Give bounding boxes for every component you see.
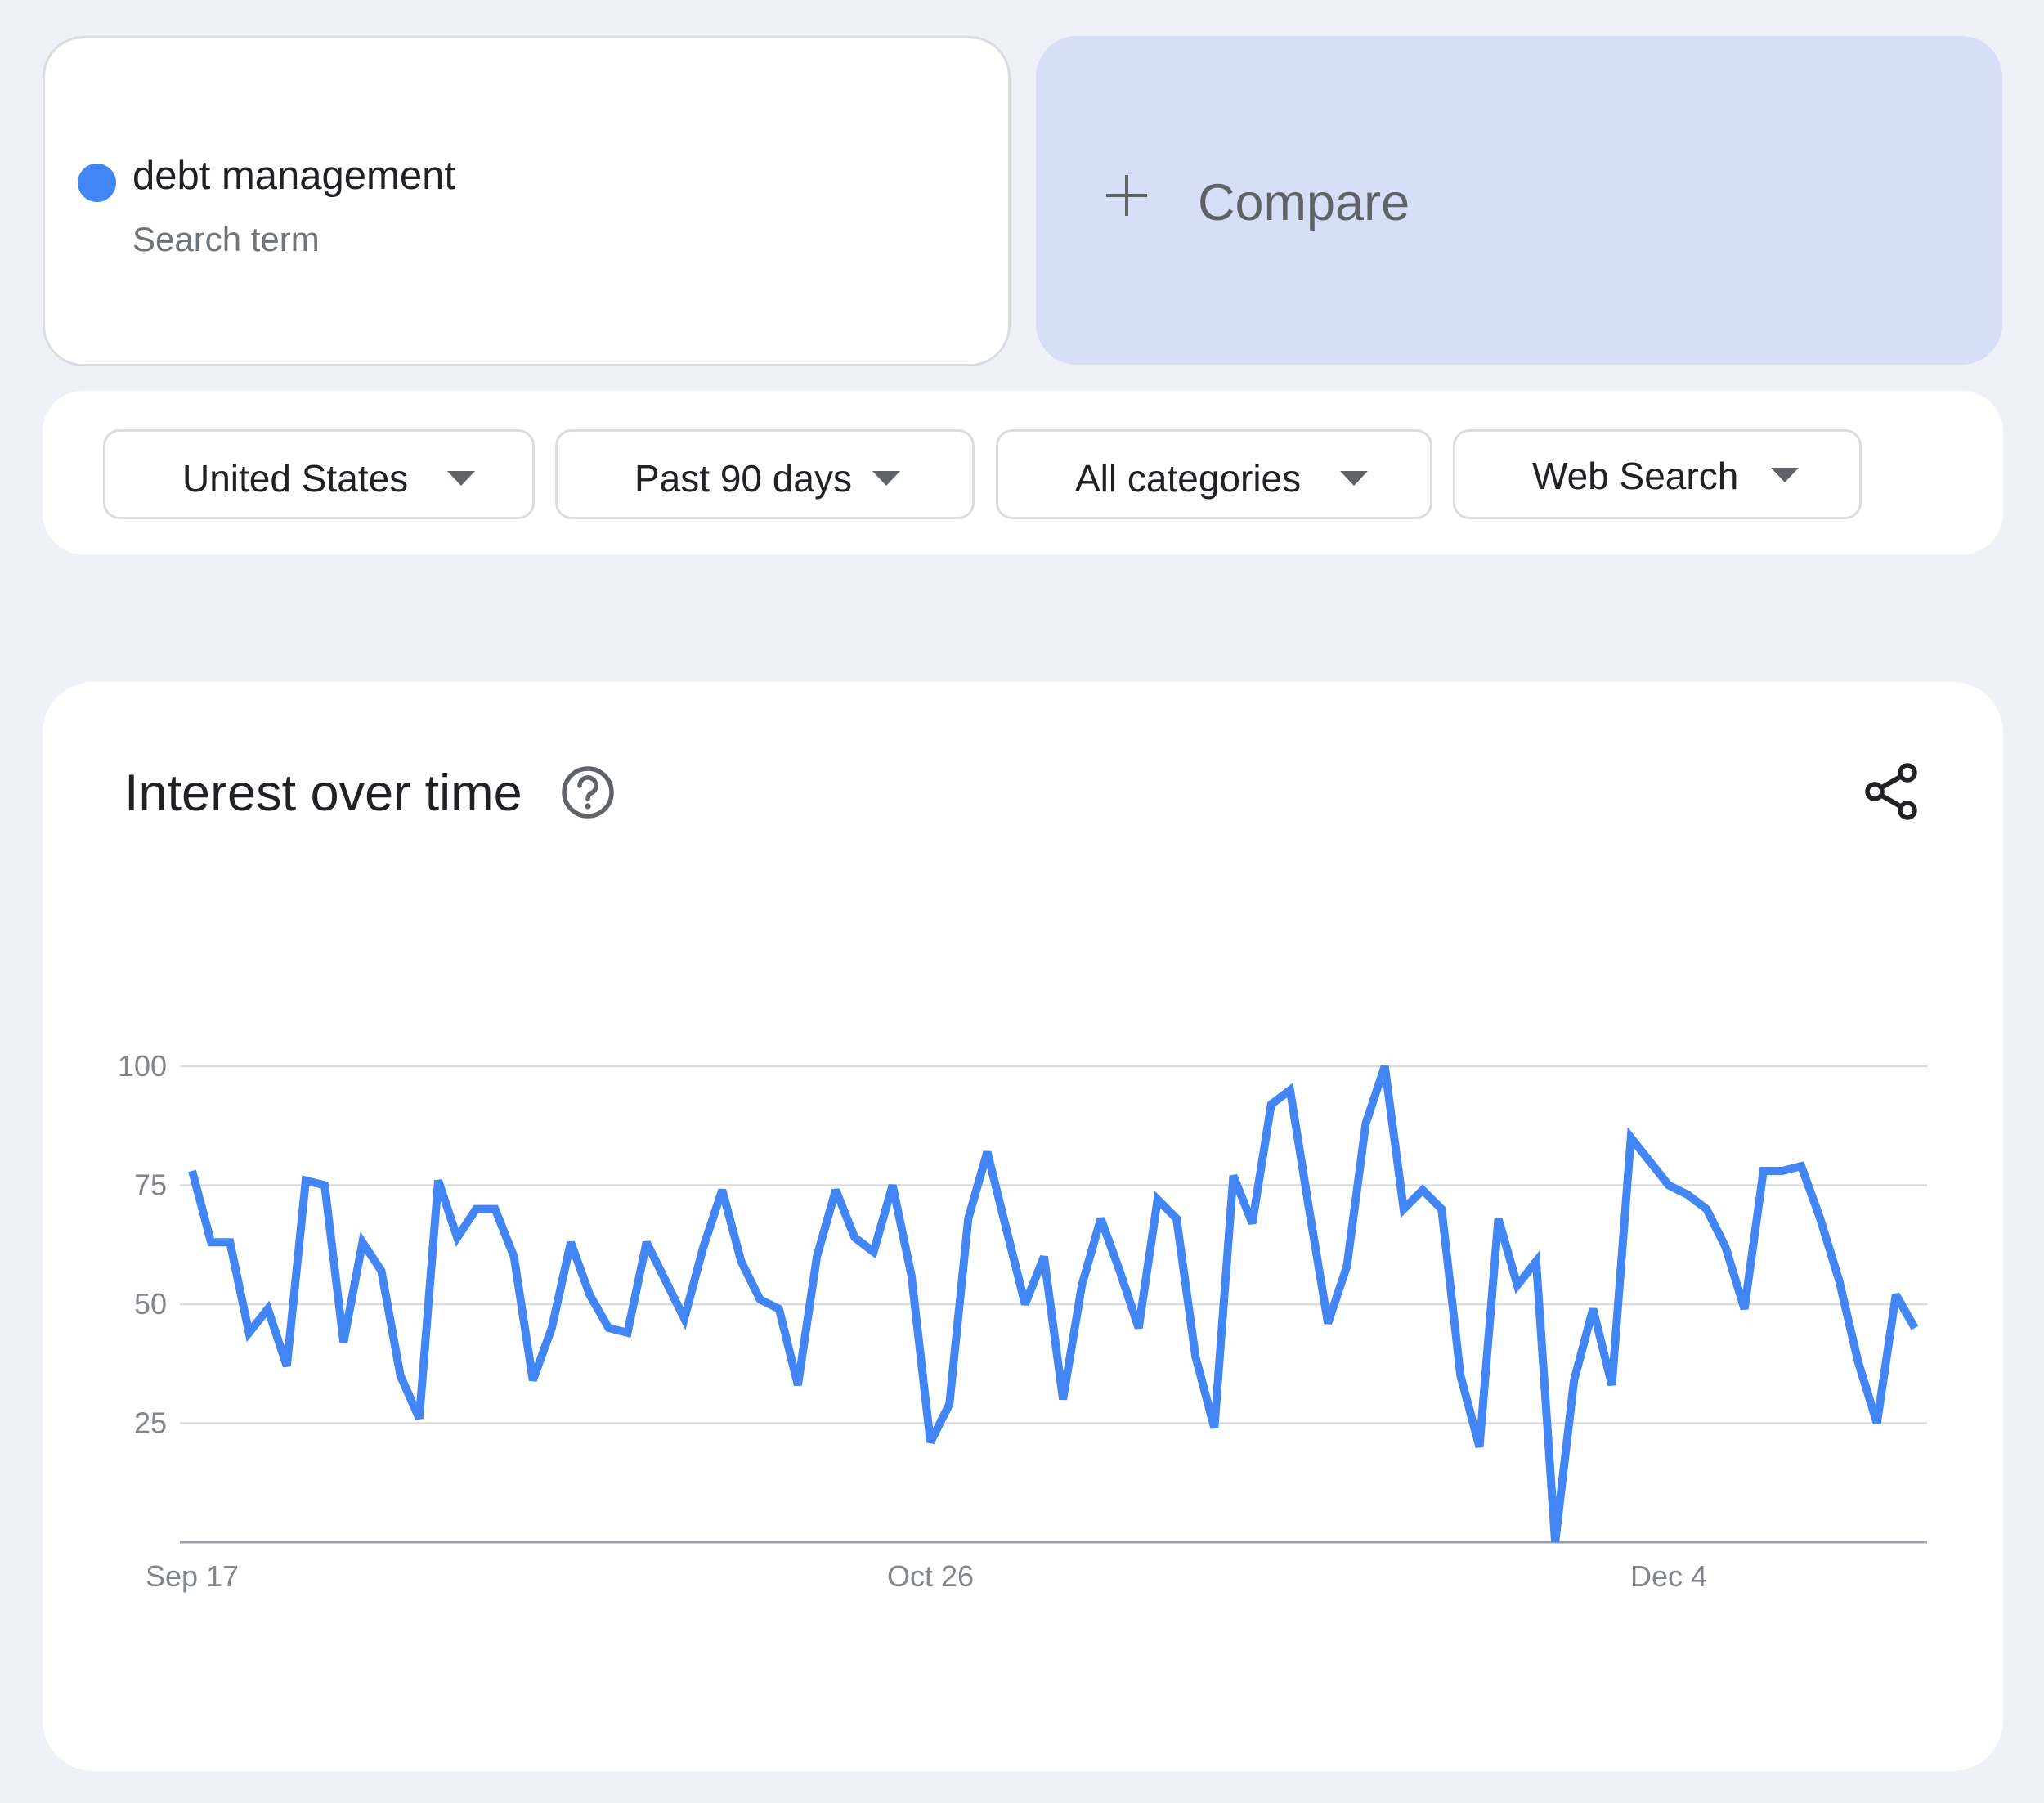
interest-over-time-panel: 25 50 75 100 Sep 17 Oct 26 Dec 4 Interest over… xyxy=(43,682,2003,1771)
y-tick-label: 25 xyxy=(134,1406,167,1440)
interest-over-time-chart: 25 50 75 100 Sep 17 Oct 26 Dec 4 xyxy=(118,1049,1927,1593)
filter-region-dropdown[interactable]: United States xyxy=(103,429,535,519)
help-circle-icon[interactable] xyxy=(559,764,616,821)
caret-down-icon xyxy=(1340,471,1368,486)
x-tick-label: Sep 17 xyxy=(146,1559,239,1593)
compare-label: Compare xyxy=(1198,174,1410,231)
filter-time-range-dropdown[interactable]: Past 90 days xyxy=(555,429,975,519)
y-tick-label: 100 xyxy=(118,1049,167,1083)
plus-icon xyxy=(1106,175,1147,216)
x-tick-label: Dec 4 xyxy=(1630,1559,1707,1593)
filter-search-type-dropdown[interactable]: Web Search xyxy=(1453,429,1862,519)
compare-button[interactable]: Compare xyxy=(1036,36,2002,365)
filter-search-type-label: Web Search xyxy=(1532,455,1739,497)
y-tick-label: 50 xyxy=(134,1287,167,1321)
term-color-dot xyxy=(78,164,116,202)
caret-down-icon xyxy=(447,471,475,486)
filter-category-label: All categories xyxy=(1075,457,1302,500)
caret-down-icon xyxy=(872,471,900,486)
y-tick-label: 75 xyxy=(134,1168,167,1202)
filter-bar: United States Past 90 days All categorie… xyxy=(43,391,2003,554)
x-tick-label: Oct 26 xyxy=(887,1559,974,1593)
search-term-card[interactable]: debt management Search term xyxy=(43,36,1011,366)
search-term-name[interactable]: debt management xyxy=(132,153,455,199)
caret-down-icon xyxy=(1771,468,1799,482)
filter-time-range-label: Past 90 days xyxy=(634,457,852,500)
panel-title: Interest over time xyxy=(124,765,522,822)
share-icon[interactable] xyxy=(1862,762,1921,821)
filter-category-dropdown[interactable]: All categories xyxy=(996,429,1432,519)
search-term-subtitle: Search term xyxy=(132,220,320,258)
filter-region-label: United States xyxy=(182,457,409,500)
